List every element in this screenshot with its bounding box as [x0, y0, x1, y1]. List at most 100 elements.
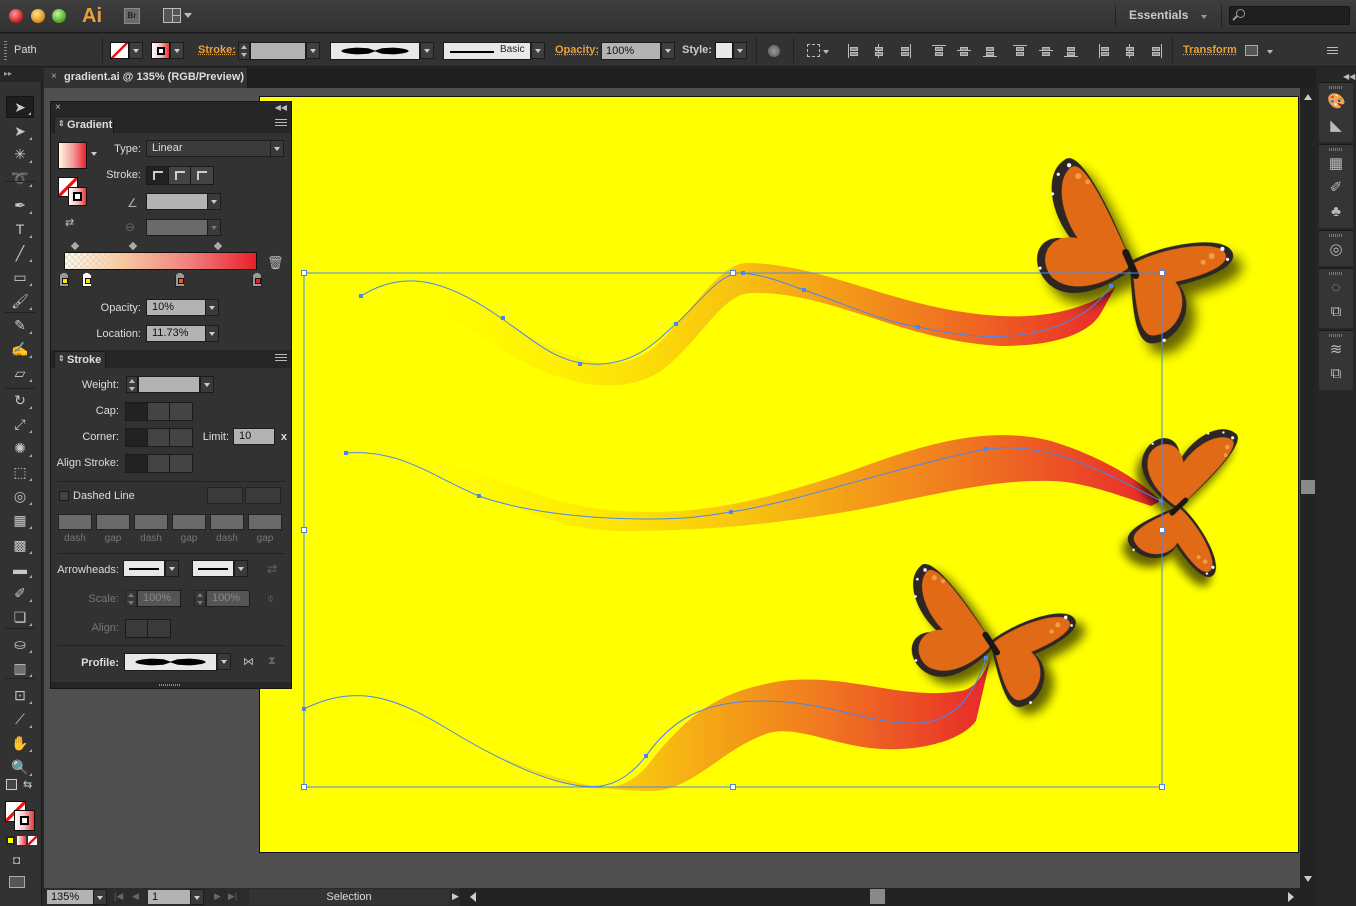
vertical-distribute-bottom-icon[interactable] [1064, 44, 1078, 58]
collapse-panel-icon[interactable]: ◀◀ [275, 103, 287, 112]
next-artboard-icon[interactable]: ▶ [214, 891, 221, 902]
opacity-dropdown[interactable] [661, 42, 675, 59]
bridge-button[interactable]: Br [124, 8, 140, 24]
align-to-selection-icon[interactable] [807, 44, 820, 57]
shape-builder-tool[interactable]: ◎ [6, 485, 34, 507]
scroll-left-icon[interactable] [470, 892, 476, 902]
vertical-scroll-thumb[interactable] [1301, 480, 1315, 494]
minimize-window-button[interactable] [31, 9, 45, 23]
gradient-stop[interactable] [59, 272, 69, 287]
gradient-stop[interactable] [81, 272, 92, 287]
drag-handle[interactable] [1329, 272, 1343, 275]
color-icon[interactable]: 🎨 [1327, 93, 1346, 111]
selection-tool[interactable]: ➤ [6, 96, 34, 118]
gradient-midpoint[interactable] [214, 241, 223, 251]
opacity-field[interactable]: 100% [601, 42, 661, 60]
none-mode-icon[interactable] [28, 836, 37, 845]
gap-field[interactable] [96, 514, 130, 530]
graphic-styles-icon[interactable]: ⧉ [1327, 303, 1345, 321]
horizontal-align-right-icon[interactable] [898, 44, 912, 58]
free-transform-tool[interactable]: ⬚ [6, 461, 34, 483]
horizontal-scrollbar[interactable] [460, 888, 1316, 906]
miter-join-button[interactable] [126, 429, 148, 446]
stroke-swatch[interactable] [151, 42, 170, 59]
magic-wand-tool[interactable]: ✳ [6, 143, 34, 165]
flip-along-icon[interactable]: ⋈ [243, 655, 254, 668]
fill-dropdown[interactable] [129, 42, 143, 59]
hand-tool[interactable]: ✋ [6, 732, 34, 754]
opacity-panel-link[interactable]: Opacity: [555, 44, 599, 56]
start-arrowhead-select[interactable] [123, 560, 165, 577]
dash-field[interactable] [210, 514, 244, 530]
vertical-distribute-center-icon[interactable] [1039, 44, 1053, 58]
miter-limit-field[interactable]: 10 [233, 428, 275, 445]
apply-within-stroke-button[interactable] [147, 167, 169, 184]
horizontal-align-left-icon[interactable] [847, 44, 861, 58]
scale-tool[interactable]: ⤢ [6, 413, 34, 435]
vertical-align-bottom-icon[interactable] [983, 44, 997, 58]
collapse-dock-icon[interactable]: ◀◀ [1343, 72, 1355, 81]
stroke-weight-stepper[interactable] [238, 42, 250, 60]
gradient-stop[interactable] [174, 272, 185, 287]
control-bar-menu-icon[interactable] [1327, 47, 1338, 55]
rotate-tool[interactable]: ↻ [6, 389, 34, 411]
swap-arrowheads-icon[interactable]: ⇄ [267, 562, 277, 576]
drag-handle[interactable] [1329, 234, 1343, 237]
last-artboard-icon[interactable]: ▶| [228, 891, 237, 902]
close-document-icon[interactable]: × [51, 71, 57, 82]
symbol-sprayer-tool[interactable]: ⛀ [6, 633, 34, 655]
vertical-distribute-top-icon[interactable] [1013, 44, 1027, 58]
column-graph-tool[interactable]: ▥ [6, 657, 34, 679]
gradient-mode-icon[interactable] [17, 836, 26, 845]
swap-fill-stroke-icon[interactable]: ⇆ [23, 778, 32, 791]
close-panel-icon[interactable]: × [55, 102, 61, 113]
perspective-grid-tool[interactable]: ▦ [6, 509, 34, 531]
align-inside-button[interactable] [148, 455, 170, 472]
variable-width-profile[interactable] [330, 42, 420, 60]
brushes-icon[interactable]: ✐ [1327, 179, 1345, 197]
apply-across-stroke-button[interactable] [191, 167, 213, 184]
delete-stop-icon[interactable]: 🗑 [267, 255, 284, 271]
bevel-join-button[interactable] [170, 429, 192, 446]
color-guide-icon[interactable]: ◣ [1327, 117, 1345, 135]
stroke-weight-field[interactable] [250, 42, 306, 60]
horizontal-align-center-icon[interactable] [872, 44, 886, 58]
graphic-style-swatch[interactable] [715, 42, 733, 59]
gap-field[interactable] [248, 514, 282, 530]
pencil-tool[interactable]: ✎ [6, 314, 34, 336]
color-mode-icon[interactable] [6, 836, 15, 845]
status-mode-label[interactable]: Selection [249, 889, 449, 905]
vertical-align-center-icon[interactable] [957, 44, 971, 58]
eyedropper-tool[interactable]: ✐ [6, 582, 34, 604]
round-cap-button[interactable] [148, 403, 170, 420]
artboards-icon[interactable]: ⧉ [1327, 365, 1345, 383]
appearance-icon[interactable]: ◌ [1327, 279, 1345, 297]
stroke-weight-dropdown[interactable] [306, 42, 320, 59]
drag-handle[interactable] [1329, 86, 1343, 89]
slice-tool[interactable]: ⟋ [6, 708, 34, 730]
gradient-presets-dropdown[interactable] [91, 152, 97, 156]
drag-handle[interactable] [1329, 148, 1343, 151]
horizontal-scroll-thumb[interactable] [870, 889, 885, 904]
weight-dropdown[interactable] [200, 376, 214, 393]
tab-gradient[interactable]: ⇕ Gradient [54, 116, 114, 134]
scroll-down-icon[interactable] [1304, 876, 1312, 882]
style-dropdown[interactable] [733, 42, 747, 59]
flip-across-icon[interactable]: ⧗ [268, 655, 276, 668]
transform-panel-link[interactable]: Transform [1183, 44, 1237, 56]
swatches-icon[interactable]: ▦ [1327, 155, 1345, 173]
line-segment-tool[interactable]: ╱ [6, 242, 34, 264]
stroke-panel-link[interactable]: Stroke: [198, 44, 236, 56]
vertical-align-top-icon[interactable] [932, 44, 946, 58]
fill-swatch[interactable] [110, 42, 129, 59]
horizontal-distribute-left-icon[interactable] [1098, 44, 1112, 58]
stroke-panel-menu-icon[interactable] [275, 354, 287, 362]
screen-mode-icon[interactable] [9, 876, 25, 888]
gradient-preview-swatch[interactable] [58, 142, 87, 169]
stop-opacity-field[interactable]: 10% [146, 299, 206, 316]
pen-tool[interactable]: ✒ [6, 194, 34, 216]
round-join-button[interactable] [148, 429, 170, 446]
end-arrowhead-select[interactable] [192, 560, 234, 577]
gradient-slider[interactable] [64, 252, 257, 270]
stroke-dropdown[interactable] [170, 42, 184, 59]
